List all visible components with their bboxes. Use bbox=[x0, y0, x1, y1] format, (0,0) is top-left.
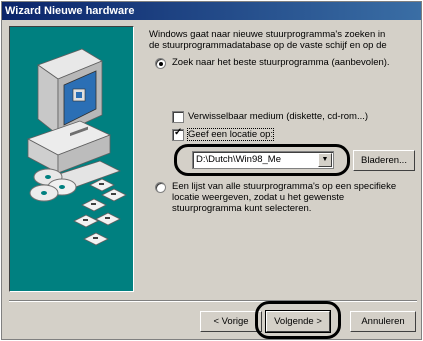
search-best-radio[interactable] bbox=[155, 58, 166, 69]
chevron-down-icon[interactable]: ▼ bbox=[318, 153, 332, 167]
window-title: Wizard Nieuwe hardware bbox=[2, 2, 421, 20]
back-button[interactable]: < Vorige bbox=[200, 311, 262, 332]
browse-button[interactable]: Bladeren... bbox=[353, 150, 415, 171]
location-combobox[interactable]: D:\Dutch\Win98_Me ▼ bbox=[192, 151, 334, 169]
list-line-3: stuurprogramma kunt selecteren. bbox=[172, 203, 312, 214]
search-best-label[interactable]: Zoek naar het beste stuurprogramma (aanb… bbox=[172, 57, 390, 68]
list-line-2: locatie weergeven, zodat u het gewenste bbox=[172, 192, 345, 203]
floppy-icon bbox=[73, 178, 127, 246]
next-button[interactable]: Volgende > bbox=[265, 310, 331, 333]
location-value: D:\Dutch\Win98_Me bbox=[196, 154, 282, 165]
specify-location-checkbox[interactable] bbox=[172, 127, 184, 141]
specify-location-label[interactable]: Geef een locatie op: bbox=[186, 128, 275, 141]
wizard-window: Wizard Nieuwe hardware Windows gaat naar… bbox=[1, 1, 422, 340]
list-drivers-radio[interactable] bbox=[155, 182, 166, 193]
wizard-illustration bbox=[9, 26, 134, 292]
intro-line-1: Windows gaat naar nieuwe stuurprogramma'… bbox=[149, 29, 386, 40]
intro-line-2: de stuurprogrammadatabase op de vaste sc… bbox=[149, 40, 387, 51]
removable-media-label[interactable]: Verwisselbaar medium (diskette, cd-rom..… bbox=[188, 111, 368, 122]
cancel-button[interactable]: Annuleren bbox=[350, 311, 416, 332]
removable-media-checkbox[interactable] bbox=[172, 111, 184, 123]
footer-separator bbox=[9, 300, 417, 302]
list-line-1[interactable]: Een lijst van alle stuurprogramma's op e… bbox=[172, 181, 396, 192]
